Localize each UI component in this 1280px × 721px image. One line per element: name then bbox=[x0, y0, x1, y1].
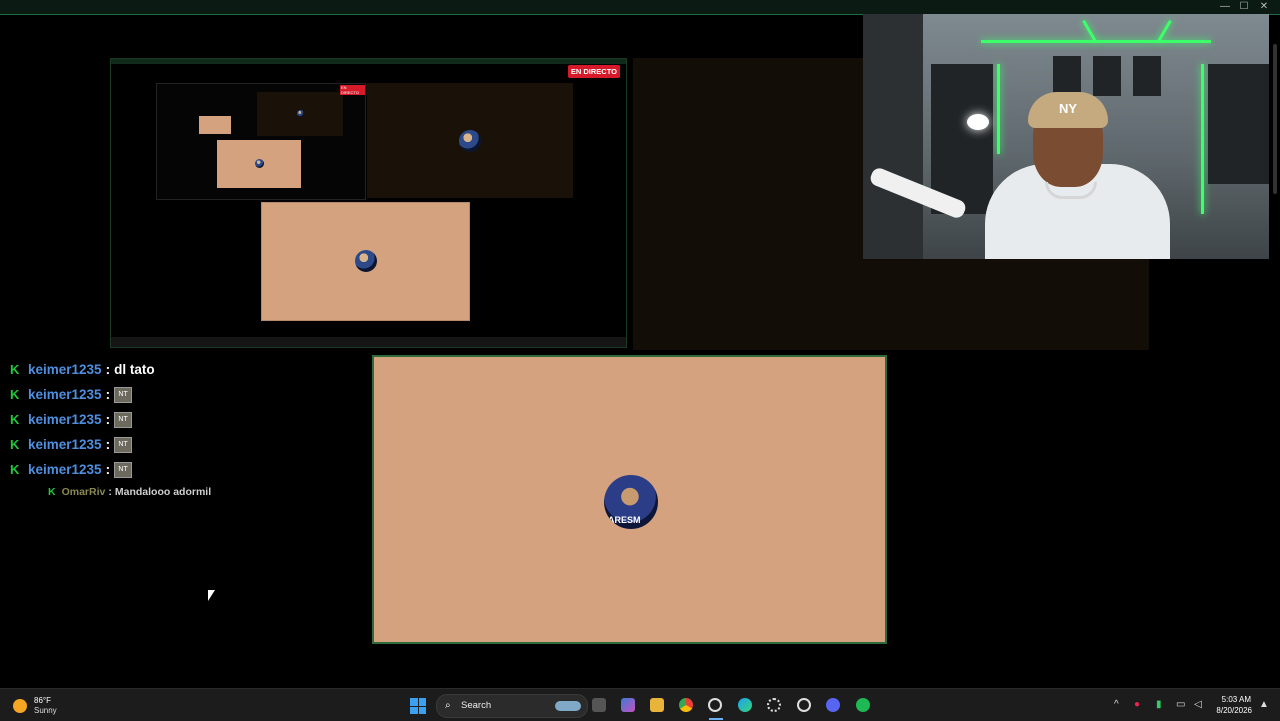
chat-emote-icon: NT bbox=[114, 386, 133, 403]
search-placeholder: Search bbox=[461, 700, 492, 711]
led-strip bbox=[1201, 64, 1204, 214]
network-icon[interactable]: ▭ bbox=[1176, 699, 1185, 710]
steam-icon[interactable] bbox=[797, 698, 811, 712]
led-strip bbox=[1082, 19, 1097, 43]
nested-live-badge: EN DIRECTO bbox=[340, 85, 365, 95]
chat-feed: K keimer1235 : dl tato K keimer1235 : NT… bbox=[10, 357, 340, 482]
nested-avatar bbox=[297, 110, 304, 117]
preview-avatar bbox=[459, 130, 481, 152]
chat-text: dl tato bbox=[114, 362, 155, 377]
scrollbar[interactable] bbox=[1272, 14, 1278, 684]
clock-time[interactable]: 5:03 AM bbox=[1215, 695, 1251, 704]
search-highlight-icon bbox=[555, 701, 581, 711]
obs-icon[interactable] bbox=[708, 698, 722, 712]
chat-message: K keimer1235 : dl tato bbox=[10, 357, 340, 382]
chat-message: K keimer1235 : NT bbox=[10, 382, 340, 407]
wall-art bbox=[1053, 56, 1081, 96]
chat-emote-icon: NT bbox=[114, 436, 133, 453]
chat-separator: : bbox=[105, 412, 111, 427]
preview-top-bar bbox=[111, 59, 626, 64]
spotify-icon[interactable] bbox=[856, 698, 870, 712]
taskbar: 86°F Sunny ⌕ Search ^ ● ▮ ▭ ◁ 5:03 AM 8/… bbox=[0, 688, 1280, 721]
chat-separator: : bbox=[105, 437, 111, 452]
chat-username[interactable]: keimer1235 bbox=[28, 462, 102, 477]
chat-badge-icon: K bbox=[10, 362, 20, 377]
chat-text: Mandalooo adormil bbox=[114, 486, 212, 498]
wall-art bbox=[1093, 56, 1121, 96]
cap-logo: NY bbox=[1028, 92, 1108, 128]
main-tan-card[interactable]: ARESM bbox=[372, 355, 887, 644]
channel-avatar: ARESM bbox=[604, 475, 658, 529]
live-badge: EN DIRECTO bbox=[567, 65, 620, 78]
webcam-wall bbox=[863, 14, 923, 259]
wall-art bbox=[1133, 56, 1161, 96]
microphone-icon[interactable]: ▮ bbox=[1156, 699, 1162, 710]
avatar-text: ARESM bbox=[608, 515, 641, 525]
chat-separator: : bbox=[105, 362, 111, 377]
windows-start-icon[interactable] bbox=[410, 698, 426, 714]
nested-tan-tile-small bbox=[199, 116, 231, 134]
chat-badge-icon: K bbox=[10, 437, 20, 452]
preview-card-avatar bbox=[355, 250, 377, 272]
chat-badge-icon: K bbox=[10, 462, 20, 477]
chat-message: K keimer1235 : NT bbox=[10, 432, 340, 457]
nested-screen-capture: EN DIRECTO bbox=[156, 83, 366, 200]
webcam-feed: NY bbox=[863, 14, 1269, 259]
weather-desc[interactable]: Sunny bbox=[34, 706, 57, 715]
capture-icon[interactable] bbox=[767, 698, 781, 712]
chat-badge-icon: K bbox=[10, 412, 20, 427]
preview-dark-tile bbox=[367, 83, 573, 198]
discord-icon[interactable] bbox=[826, 698, 840, 712]
chat-message: K keimer1235 : NT bbox=[10, 407, 340, 432]
chat-username[interactable]: OmarRiv bbox=[62, 486, 106, 498]
mouse-cursor-icon bbox=[208, 590, 215, 601]
nested-avatar bbox=[255, 159, 264, 168]
ring-light bbox=[967, 114, 989, 130]
sun-icon[interactable] bbox=[13, 699, 27, 713]
edge-icon[interactable] bbox=[738, 698, 752, 712]
chat-separator: : bbox=[105, 462, 111, 477]
led-strip bbox=[997, 64, 1000, 154]
acoustic-panel bbox=[1208, 64, 1269, 184]
minimize-button[interactable]: — bbox=[1217, 1, 1233, 13]
chat-username[interactable]: keimer1235 bbox=[28, 437, 102, 452]
notification-bell-icon[interactable]: ▲ bbox=[1259, 699, 1269, 710]
chat-username[interactable]: keimer1235 bbox=[28, 412, 102, 427]
tray-app-icon[interactable]: ● bbox=[1134, 699, 1140, 710]
file-explorer-icon[interactable] bbox=[650, 698, 664, 712]
search-icon: ⌕ bbox=[445, 700, 451, 711]
chat-message: K keimer1235 : NT bbox=[10, 457, 340, 482]
chat-emote-icon: NT bbox=[114, 461, 133, 478]
chrome-icon[interactable] bbox=[679, 698, 693, 712]
speaker-icon[interactable]: ◁ bbox=[1194, 699, 1202, 710]
led-strip bbox=[1157, 19, 1172, 43]
chat-separator: : bbox=[105, 387, 111, 402]
preview-tan-card bbox=[261, 202, 470, 321]
chat-username[interactable]: keimer1235 bbox=[28, 387, 102, 402]
live-stream-preview[interactable]: EN DIRECTO EN DIRECTO bbox=[110, 58, 627, 348]
chat-emote-icon: NT bbox=[114, 411, 133, 428]
chat-badge-icon: K bbox=[48, 486, 56, 498]
clock-date[interactable]: 8/20/2026 bbox=[1210, 706, 1252, 715]
weather-temp[interactable]: 86°F bbox=[34, 696, 51, 705]
window-title-bar: — ☐ ✕ bbox=[0, 0, 1280, 15]
chat-badge-icon: K bbox=[10, 387, 20, 402]
chat-username[interactable]: keimer1235 bbox=[28, 362, 102, 377]
maximize-button[interactable]: ☐ bbox=[1236, 1, 1252, 13]
close-button[interactable]: ✕ bbox=[1256, 1, 1272, 13]
task-view-icon[interactable] bbox=[592, 698, 606, 712]
preview-mini-taskbar bbox=[111, 337, 626, 347]
chevron-up-icon[interactable]: ^ bbox=[1114, 699, 1119, 710]
chat-separator: : bbox=[108, 486, 112, 498]
copilot-icon[interactable] bbox=[621, 698, 635, 712]
scrollbar-thumb[interactable] bbox=[1273, 44, 1277, 194]
taskbar-search[interactable]: ⌕ Search bbox=[436, 694, 588, 718]
chat-message-small: K OmarRiv : Mandalooo adormil bbox=[48, 486, 211, 498]
